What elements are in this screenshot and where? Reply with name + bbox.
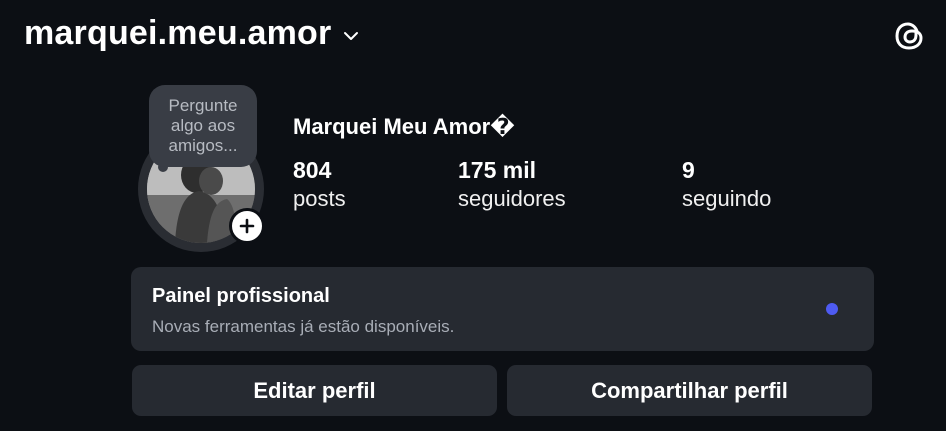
chevron-down-icon (343, 28, 359, 44)
account-switcher[interactable]: marquei.meu.amor (24, 14, 359, 53)
stat-posts-label: posts (293, 186, 346, 211)
share-profile-button[interactable]: Compartilhar perfil (507, 365, 872, 416)
stat-following-label: seguindo (682, 186, 772, 211)
note-bubble[interactable]: Pergunte algo aos amigos... (149, 85, 257, 167)
stat-followers-value: 175 mil (458, 157, 536, 183)
threads-icon[interactable] (892, 18, 928, 54)
notification-dot (826, 303, 838, 315)
plus-icon (239, 218, 255, 234)
profile-screen: marquei.meu.amor Pergunte algo aos amigo… (0, 0, 946, 431)
stat-posts[interactable]: 804 posts (293, 156, 346, 214)
professional-dashboard-card[interactable]: Painel profissional Novas ferramentas já… (131, 267, 874, 351)
stat-followers-label: seguidores (458, 186, 566, 211)
profile-full-name: Marquei Meu Amor� (293, 114, 515, 139)
panel-title: Painel profissional (152, 285, 330, 307)
panel-subtitle: Novas ferramentas já estão disponíveis. (152, 317, 455, 336)
stat-following-value: 9 (682, 157, 695, 183)
add-story-button[interactable] (229, 208, 265, 244)
username-title: marquei.meu.amor (24, 14, 332, 52)
note-placeholder: Pergunte algo aos amigos... (168, 96, 238, 155)
stat-following[interactable]: 9 seguindo (682, 156, 771, 214)
edit-profile-button[interactable]: Editar perfil (132, 365, 497, 416)
stat-posts-value: 804 (293, 157, 332, 183)
stat-followers[interactable]: 175 mil seguidores (458, 156, 566, 214)
